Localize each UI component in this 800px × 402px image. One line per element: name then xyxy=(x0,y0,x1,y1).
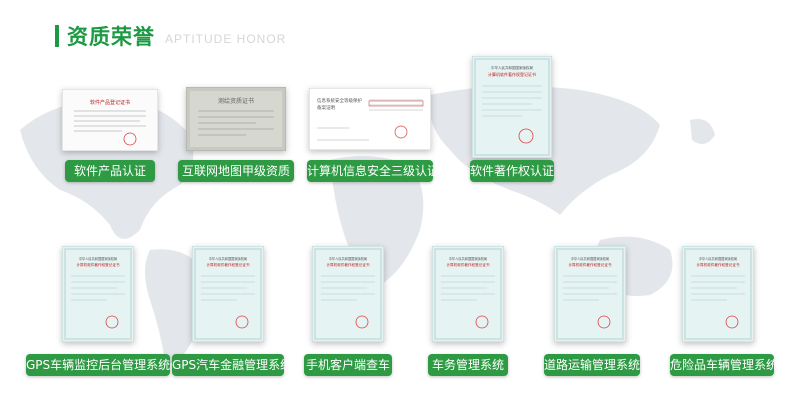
svg-text:计算机软件著作权登记证书: 计算机软件著作权登记证书 xyxy=(488,71,536,77)
certificate-image-info-security: 信息系统安全等级保护 备案证明 xyxy=(309,88,431,150)
cert-label-info-security[interactable]: 计算机信息安全三级认证 xyxy=(307,160,439,182)
svg-text:中华人民共和国国家版权局: 中华人民共和国国家版权局 xyxy=(329,256,367,261)
svg-text:中华人民共和国国家版权局: 中华人民共和国国家版权局 xyxy=(209,256,247,261)
certificate-image-gps-finance: 中华人民共和国国家版权局 计算机软件著作权登记证书 xyxy=(192,246,264,342)
svg-text:信息系统安全等级保护: 信息系统安全等级保护 xyxy=(317,97,362,104)
cert-label-gps-monitor[interactable]: GPS车辆监控后台管理系统 xyxy=(26,354,170,376)
svg-text:测绘资质证书: 测绘资质证书 xyxy=(218,97,254,105)
cert-label-software-product[interactable]: 软件产品认证 xyxy=(65,160,155,182)
svg-text:中华人民共和国国家版权局: 中华人民共和国国家版权局 xyxy=(491,65,533,70)
svg-text:备案证明: 备案证明 xyxy=(317,104,335,111)
svg-text:计算机软件著作权登记证书: 计算机软件著作权登记证书 xyxy=(568,262,612,267)
svg-text:计算机软件著作权登记证书: 计算机软件著作权登记证书 xyxy=(446,262,490,267)
certificate-image-internet-map: 测绘资质证书 xyxy=(186,87,286,151)
svg-text:计算机软件著作权登记证书: 计算机软件著作权登记证书 xyxy=(696,262,740,267)
svg-text:中华人民共和国国家版权局: 中华人民共和国国家版权局 xyxy=(449,256,487,261)
svg-text:计算机软件著作权登记证书: 计算机软件著作权登记证书 xyxy=(76,262,120,267)
certificate-image-hazardous-vehicle: 中华人民共和国国家版权局 计算机软件著作权登记证书 xyxy=(682,246,754,342)
cert-label-internet-map[interactable]: 互联网地图甲级资质 xyxy=(178,160,294,182)
page-title: 资质荣誉 xyxy=(67,25,155,49)
certificate-image-software-product: 软件产品登记证书 xyxy=(62,89,158,151)
svg-text:软件产品登记证书: 软件产品登记证书 xyxy=(90,99,130,106)
svg-text:计算机软件著作权登记证书: 计算机软件著作权登记证书 xyxy=(326,262,370,267)
cert-label-mobile-client[interactable]: 手机客户端查车 xyxy=(304,354,392,376)
section-header: 资质荣誉 APTITUDE HONOR xyxy=(55,22,286,50)
certificate-image-mobile-client: 中华人民共和国国家版权局 计算机软件著作权登记证书 xyxy=(312,246,384,342)
certificate-image-vehicle-affairs: 中华人民共和国国家版权局 计算机软件著作权登记证书 xyxy=(432,246,504,342)
certificate-image-road-transport: 中华人民共和国国家版权局 计算机软件著作权登记证书 xyxy=(554,246,626,342)
certificate-image-software-copyright: 中华人民共和国国家版权局 计算机软件著作权登记证书 xyxy=(472,56,552,158)
cert-label-software-copyright[interactable]: 软件著作权认证 xyxy=(470,160,554,182)
cert-label-vehicle-affairs[interactable]: 车务管理系统 xyxy=(428,354,508,376)
certificate-image-gps-monitor: 中华人民共和国国家版权局 计算机软件著作权登记证书 xyxy=(62,246,134,342)
svg-text:中华人民共和国国家版权局: 中华人民共和国国家版权局 xyxy=(79,256,117,261)
cert-label-road-transport[interactable]: 道路运输管理系统 xyxy=(544,354,640,376)
cert-label-hazardous-vehicle[interactable]: 危险品车辆管理系统 xyxy=(670,354,778,376)
header-accent-bar xyxy=(55,25,59,47)
svg-text:计算机软件著作权登记证书: 计算机软件著作权登记证书 xyxy=(206,262,250,267)
cert-label-gps-finance[interactable]: GPS汽车金融管理系统 xyxy=(172,354,292,376)
svg-text:中华人民共和国国家版权局: 中华人民共和国国家版权局 xyxy=(571,256,609,261)
page-subtitle: APTITUDE HONOR xyxy=(165,32,287,46)
svg-text:中华人民共和国国家版权局: 中华人民共和国国家版权局 xyxy=(699,256,737,261)
